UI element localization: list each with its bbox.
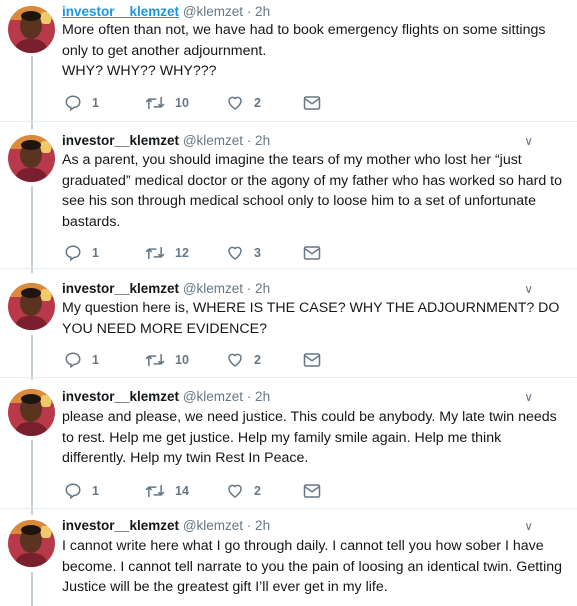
reply-button[interactable]: 1 xyxy=(64,481,99,501)
reply-button[interactable]: 1 xyxy=(64,93,99,113)
thread-line xyxy=(31,572,33,606)
heart-icon xyxy=(228,353,242,367)
retweet-count: 10 xyxy=(175,96,189,110)
direct-message-button[interactable] xyxy=(303,481,321,501)
retweet-count: 14 xyxy=(175,484,189,498)
reply-count: 1 xyxy=(92,96,99,110)
retweet-icon xyxy=(145,246,165,260)
tweet-text: I cannot write here what I go through da… xyxy=(62,538,563,596)
profile-photo-icon xyxy=(8,6,55,53)
author-name[interactable]: investor__klemzet xyxy=(62,389,179,404)
tweet-timestamp[interactable]: · 2h xyxy=(247,133,270,148)
reply-icon xyxy=(65,95,81,112)
chevron-down-icon[interactable]: ∨ xyxy=(524,517,533,535)
direct-message-button[interactable] xyxy=(303,243,321,263)
like-count: 2 xyxy=(254,484,261,498)
retweet-count: 12 xyxy=(175,246,189,260)
tweet-text: please and please, we need justice. This… xyxy=(62,409,557,467)
like-count: 3 xyxy=(254,246,261,260)
chevron-down-icon[interactable]: ∨ xyxy=(524,388,533,406)
like-count: 2 xyxy=(254,96,261,110)
like-button[interactable]: 3 xyxy=(226,243,261,263)
like-button[interactable]: 2 xyxy=(226,481,261,501)
avatar[interactable] xyxy=(8,520,55,567)
envelope-icon xyxy=(303,484,321,498)
envelope-icon xyxy=(303,353,321,367)
retweet-button[interactable]: 10 xyxy=(145,350,189,370)
profile-photo-icon xyxy=(8,389,55,436)
author-name[interactable]: investor__klemzet xyxy=(62,4,179,19)
reply-button[interactable]: 1 xyxy=(64,243,99,263)
avatar[interactable] xyxy=(8,135,55,182)
author-name[interactable]: investor__klemzet xyxy=(62,281,179,296)
reply-icon xyxy=(65,245,81,262)
tweet-header: investor__klemzet @klemzet · 2h ∨ xyxy=(62,517,547,535)
author-handle[interactable]: @klemzet xyxy=(183,518,243,533)
tweet-actions: 1 10 2 xyxy=(62,350,332,370)
tweet-divider xyxy=(0,508,577,509)
author-handle[interactable]: @klemzet xyxy=(183,4,243,19)
tweet-header: investor__klemzet @klemzet · 2h ∨ xyxy=(62,388,547,406)
heart-icon xyxy=(228,484,242,498)
like-button[interactable]: 2 xyxy=(226,350,261,370)
tweet-timestamp[interactable]: · 2h xyxy=(247,518,270,533)
thread-line xyxy=(31,335,33,380)
author-name[interactable]: investor__klemzet xyxy=(62,518,179,533)
avatar[interactable] xyxy=(8,6,55,53)
author-handle[interactable]: @klemzet xyxy=(183,389,243,404)
retweet-icon xyxy=(145,96,165,110)
retweet-count: 10 xyxy=(175,353,189,367)
profile-photo-icon xyxy=(8,520,55,567)
reply-count: 1 xyxy=(92,353,99,367)
envelope-icon xyxy=(303,246,321,260)
tweet-timestamp[interactable]: · 2h xyxy=(247,4,270,19)
tweet-header: investor__klemzet @klemzet · 2h ∨ xyxy=(62,132,547,150)
avatar[interactable] xyxy=(8,283,55,330)
thread-line xyxy=(31,440,33,515)
tweet-text: As a parent, you should imagine the tear… xyxy=(62,152,562,230)
tweet-text: My question here is, WHERE IS THE CASE? … xyxy=(62,300,560,337)
direct-message-button[interactable] xyxy=(303,93,321,113)
reply-count: 1 xyxy=(92,484,99,498)
avatar[interactable] xyxy=(8,389,55,436)
tweet-header: investor__klemzet @klemzet · 2h ∨ xyxy=(62,280,547,298)
tweet-timestamp[interactable]: · 2h xyxy=(247,389,270,404)
thread-line xyxy=(31,56,33,129)
tweet-actions: 1 10 2 xyxy=(62,93,332,113)
author-handle[interactable]: @klemzet xyxy=(183,133,243,148)
direct-message-button[interactable] xyxy=(303,350,321,370)
tweet-divider xyxy=(0,268,577,269)
tweet-text: More often than not, we have had to book… xyxy=(62,22,546,80)
like-count: 2 xyxy=(254,353,261,367)
author-handle[interactable]: @klemzet xyxy=(183,281,243,296)
retweet-button[interactable]: 12 xyxy=(145,243,189,263)
retweet-icon xyxy=(145,484,165,498)
profile-photo-icon xyxy=(8,283,55,330)
tweet-header: investor__klemzet @klemzet · 2h xyxy=(62,3,547,21)
retweet-button[interactable]: 10 xyxy=(145,93,189,113)
tweet-divider xyxy=(0,121,577,122)
envelope-icon xyxy=(303,96,321,110)
reply-icon xyxy=(65,352,81,369)
author-name[interactable]: investor__klemzet xyxy=(62,133,179,148)
reply-button[interactable]: 1 xyxy=(64,350,99,370)
retweet-icon xyxy=(145,353,165,367)
tweet-actions: 1 12 3 xyxy=(62,243,332,263)
retweet-button[interactable]: 14 xyxy=(145,481,189,501)
reply-count: 1 xyxy=(92,246,99,260)
tweet-actions: 1 14 2 xyxy=(62,481,332,501)
like-button[interactable]: 2 xyxy=(226,93,261,113)
heart-icon xyxy=(228,246,242,260)
tweet-timestamp[interactable]: · 2h xyxy=(247,281,270,296)
tweet-divider xyxy=(0,377,577,378)
chevron-down-icon[interactable]: ∨ xyxy=(524,280,533,298)
thread-line xyxy=(31,186,33,273)
chevron-down-icon[interactable]: ∨ xyxy=(524,132,533,150)
profile-photo-icon xyxy=(8,135,55,182)
reply-icon xyxy=(65,483,81,500)
heart-icon xyxy=(228,96,242,110)
